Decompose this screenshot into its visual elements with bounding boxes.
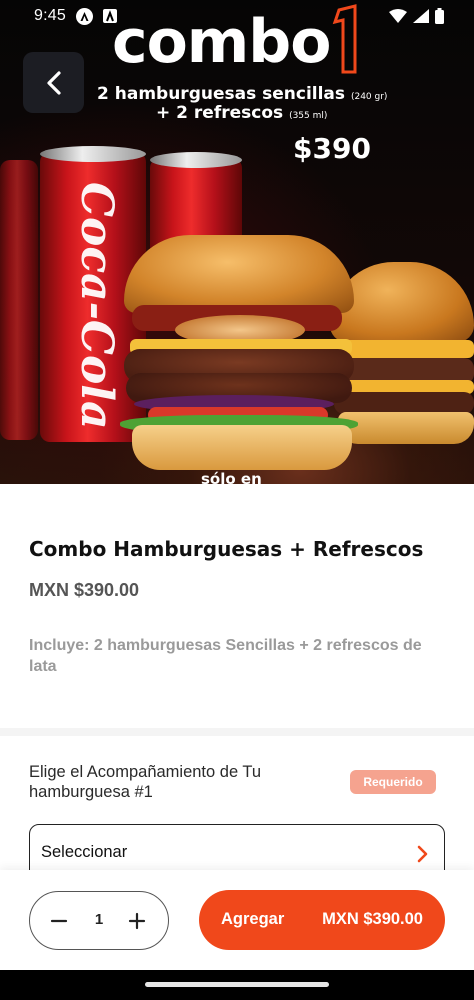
add-to-cart-button[interactable]: Agregar MXN $390.00 (199, 890, 445, 950)
signal-icon (413, 9, 429, 23)
product-title: Combo Hamburguesas + Refrescos (29, 537, 424, 561)
product-price: MXN $390.00 (29, 580, 140, 600)
chevron-left-icon (46, 70, 61, 95)
app-a-icon (75, 7, 93, 25)
status-time: 9:45 (34, 7, 66, 24)
chevron-right-icon (417, 845, 428, 863)
promo-line-2: + 2 refrescos (355 ml) (156, 103, 328, 123)
select-placeholder: Seleccionar (41, 843, 128, 861)
quantity-value: 1 (94, 911, 104, 928)
can-brand-text: Coca-Cola (71, 182, 122, 430)
minus-icon[interactable] (50, 912, 68, 930)
section-divider (0, 728, 474, 736)
app-b-icon (102, 9, 117, 23)
required-badge: Requerido (350, 770, 436, 794)
soda-can-back (0, 160, 38, 440)
hero-banner: Coca-Cola 9:45 combo 2 hamburguesas senc… (0, 0, 474, 484)
promo-footer-text: sólo en (201, 470, 262, 484)
quantity-stepper: 1 (29, 891, 169, 950)
add-button-label: Agregar (221, 910, 285, 928)
promo-price: $390 (293, 132, 371, 165)
battery-icon (435, 8, 444, 24)
product-details: Combo Hamburguesas + Refrescos MXN $390.… (0, 484, 474, 884)
wifi-icon (389, 9, 407, 23)
burger-front (120, 235, 360, 475)
system-nav-bar (0, 970, 474, 1000)
promo-line-1: 2 hamburguesas sencillas (240 gr) (97, 84, 388, 104)
product-description: Incluye: 2 hamburguesas Sencillas + 2 re… (29, 637, 422, 675)
cart-bar: 1 Agregar MXN $390.00 (0, 870, 474, 970)
option-label: Elige el Acompañamiento de Tu hamburgues… (29, 763, 262, 801)
status-bar: 9:45 (0, 0, 474, 32)
home-gesture-handle[interactable] (145, 982, 329, 987)
back-button[interactable] (23, 52, 84, 113)
plus-icon[interactable] (128, 912, 146, 930)
add-button-price: MXN $390.00 (322, 910, 423, 928)
